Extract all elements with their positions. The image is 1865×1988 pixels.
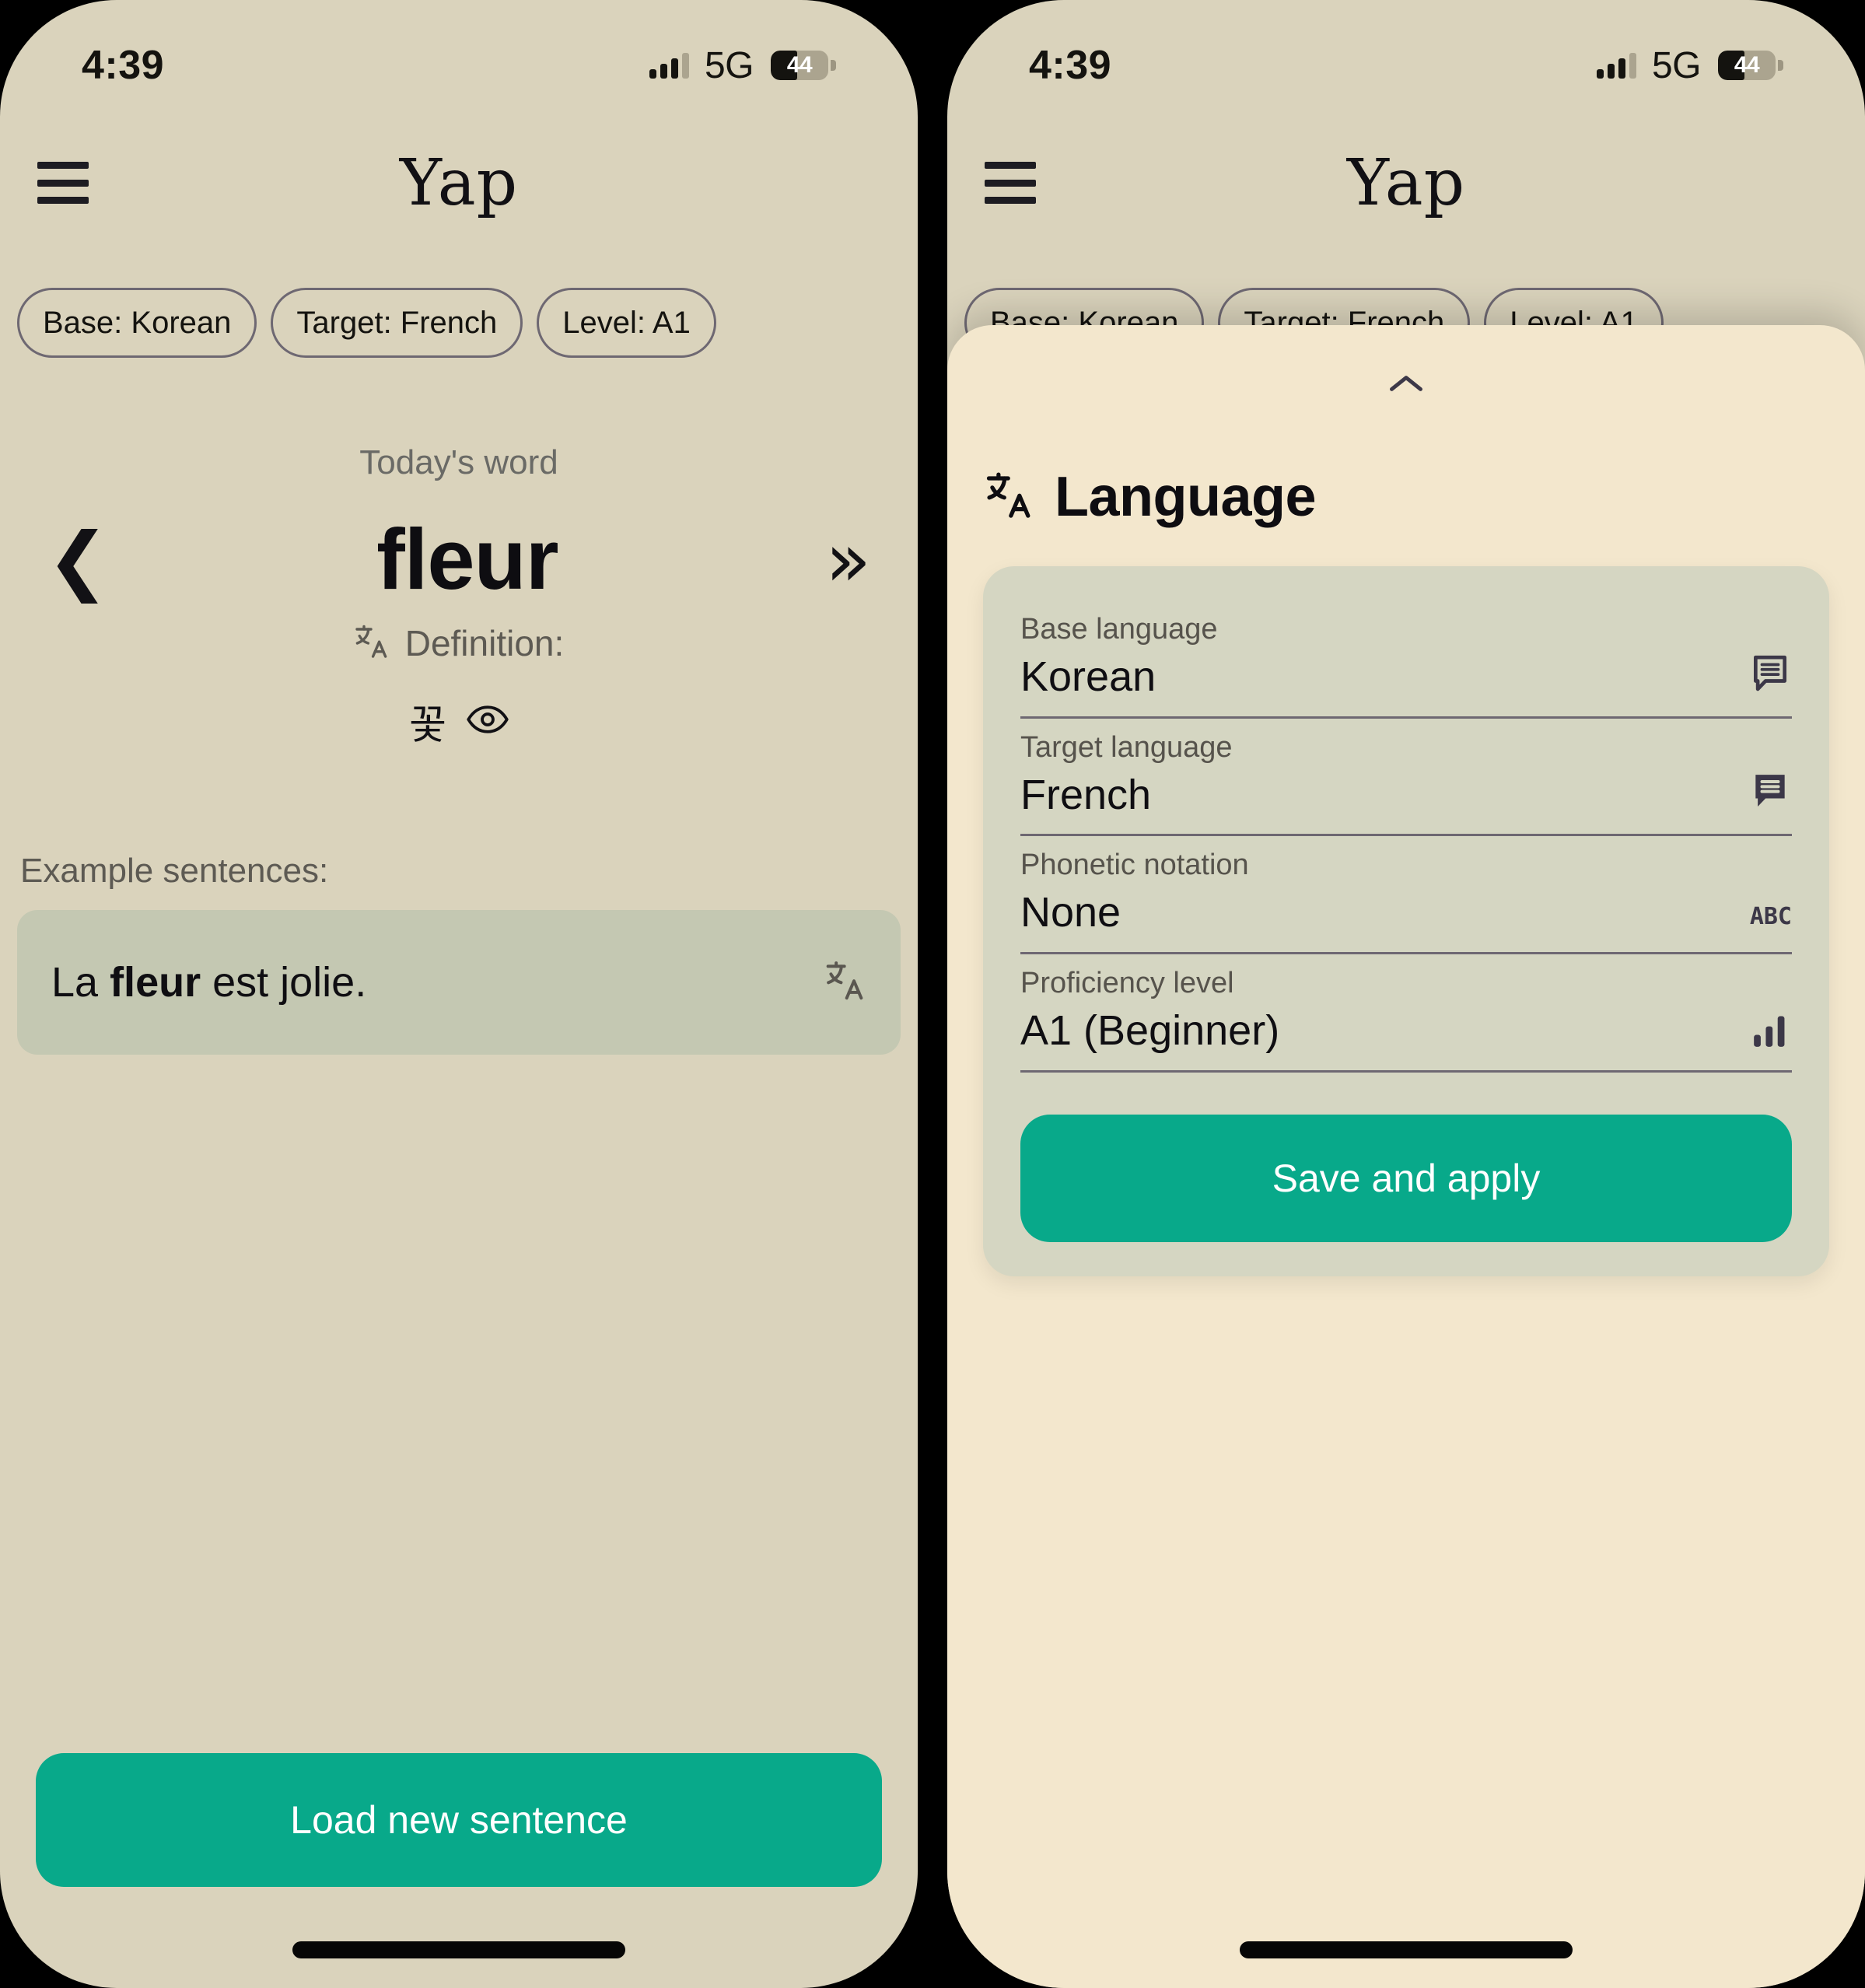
word-navigator: ❮ fleur »	[0, 498, 918, 622]
sheet-header: Language	[985, 465, 1316, 529]
translate-icon[interactable]	[824, 959, 868, 1006]
chevron-left-icon[interactable]: ❮	[47, 523, 109, 597]
definition-value: 꽃	[409, 692, 446, 751]
sentence-highlight: fleur	[110, 959, 201, 1006]
setting-label: Base language	[1020, 614, 1218, 644]
status-time: 4:39	[1029, 28, 1111, 89]
page-title: Yap	[0, 146, 918, 220]
chip-target-language[interactable]: Target: French	[271, 288, 523, 358]
setting-row-base-language[interactable]: Base language Korean	[1020, 600, 1792, 719]
example-sentence-text: La fleur est jolie.	[51, 957, 366, 1008]
phone-right: 4:39 5G 44 Yap Base: Korean Ta	[947, 0, 1865, 1988]
settings-chips: Base: Korean Target: French Level: A1	[17, 288, 901, 358]
app-bar-left: Yap	[0, 136, 918, 229]
example-sentence-card[interactable]: La fleur est jolie.	[17, 910, 901, 1055]
battery-icon: 44	[771, 51, 828, 80]
setting-value: French	[1020, 773, 1233, 817]
setting-texts: Phonetic notation None	[1020, 850, 1249, 935]
chip-base-language[interactable]: Base: Korean	[17, 288, 257, 358]
setting-value: A1 (Beginner)	[1020, 1009, 1279, 1053]
definition-value-row: 꽃	[0, 692, 918, 751]
phone-left: 4:39 5G 44 Yap Base: Korean Ta	[0, 0, 918, 1988]
screenshot-stage: 4:39 5G 44 Yap Base: Korean Ta	[0, 0, 1865, 1988]
battery-cap	[831, 60, 836, 71]
speech-bubble-outline-icon	[1737, 651, 1792, 699]
language-settings-card: Base language Korean Target language Fre…	[983, 566, 1829, 1276]
sheet-title: Language	[1055, 465, 1316, 529]
status-bar-left: 4:39 5G 44	[0, 0, 918, 117]
battery-icon: 44	[1718, 51, 1776, 80]
signal-bars-icon	[1737, 1011, 1792, 1053]
status-indicators: 5G 44	[1597, 30, 1783, 87]
network-type-label: 5G	[705, 44, 754, 87]
home-indicator	[1240, 1941, 1573, 1958]
setting-row-target-language[interactable]: Target language French	[1020, 719, 1792, 837]
setting-label: Phonetic notation	[1020, 850, 1249, 880]
chevron-up-icon	[1388, 373, 1424, 394]
translate-icon	[985, 470, 1036, 525]
abc-icon-label: ABC	[1750, 903, 1792, 930]
save-and-apply-button[interactable]: Save and apply	[1020, 1115, 1792, 1242]
hamburger-menu-icon[interactable]	[985, 162, 1036, 204]
eye-icon[interactable]	[467, 704, 509, 739]
load-new-sentence-button[interactable]: Load new sentence	[36, 1753, 882, 1887]
setting-texts: Target language French	[1020, 733, 1233, 817]
setting-label: Proficiency level	[1020, 968, 1279, 998]
network-type-label: 5G	[1652, 44, 1701, 87]
speech-bubble-filled-icon	[1737, 768, 1792, 817]
current-word: fleur	[376, 517, 558, 603]
definition-header: Definition:	[0, 622, 918, 664]
definition-label: Definition:	[405, 622, 565, 664]
language-bottom-sheet: Language Base language Korean	[947, 325, 1865, 1988]
status-bar-right: 4:39 5G 44	[947, 0, 1865, 117]
battery-percent: 44	[771, 51, 828, 80]
example-sentences-label: Example sentences:	[20, 852, 328, 891]
setting-label: Target language	[1020, 733, 1233, 762]
app-bar-right: Yap	[947, 136, 1865, 229]
hamburger-menu-icon[interactable]	[37, 162, 89, 204]
abc-icon: ABC	[1737, 903, 1792, 935]
setting-texts: Base language Korean	[1020, 614, 1218, 699]
battery-percent: 44	[1718, 51, 1776, 80]
status-indicators: 5G 44	[649, 30, 836, 87]
signal-bars-icon	[1597, 52, 1636, 79]
setting-value: None	[1020, 891, 1249, 935]
battery-cap	[1778, 60, 1783, 71]
sentence-after: est jolie.	[201, 959, 366, 1006]
collapse-sheet-button[interactable]	[947, 373, 1865, 394]
chevron-double-right-icon[interactable]: »	[825, 523, 871, 597]
status-time: 4:39	[82, 28, 164, 89]
setting-row-phonetic-notation[interactable]: Phonetic notation None ABC	[1020, 836, 1792, 954]
chip-level[interactable]: Level: A1	[537, 288, 716, 358]
todays-word-label: Today's word	[0, 443, 918, 482]
page-title: Yap	[947, 146, 1865, 220]
signal-bars-icon	[649, 52, 689, 79]
setting-texts: Proficiency level A1 (Beginner)	[1020, 968, 1279, 1053]
home-indicator	[292, 1941, 625, 1958]
sentence-before: La	[51, 959, 110, 1006]
translate-icon	[354, 623, 391, 664]
setting-row-proficiency-level[interactable]: Proficiency level A1 (Beginner)	[1020, 954, 1792, 1073]
setting-value: Korean	[1020, 655, 1218, 699]
